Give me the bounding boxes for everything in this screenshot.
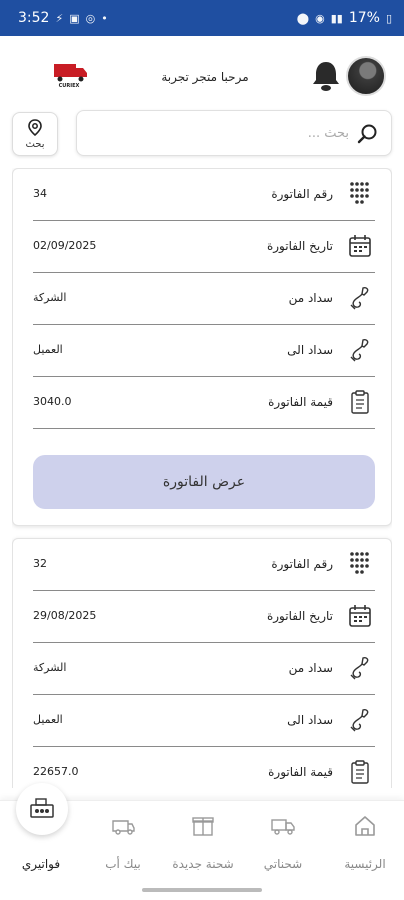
invoice-value-label: قيمة الفاتورة xyxy=(268,765,333,779)
invoice-value-value: 22657.0 xyxy=(33,765,79,778)
van-icon xyxy=(112,820,135,835)
view-invoice-button[interactable]: عرض الفاتورة xyxy=(33,455,375,509)
gallery-icon: ▣ xyxy=(69,11,80,25)
clipboard-icon xyxy=(351,390,369,414)
app-header: مرحبا متجر تجربة CURIEX xyxy=(0,50,404,106)
invoice-date-row: 29/08/2025 تاريخ الفاتورة xyxy=(33,591,375,643)
calendar-icon xyxy=(349,234,371,257)
hand-money-icon xyxy=(350,287,369,310)
bell-icon[interactable] xyxy=(310,58,342,94)
invoice-value-value: 3040.0 xyxy=(33,395,72,408)
battery-level: 17% xyxy=(348,10,380,26)
nav-my-invoices[interactable]: فواتيري xyxy=(4,783,78,881)
search-input[interactable] xyxy=(99,121,349,145)
truck-icon xyxy=(271,819,295,835)
home-indicator xyxy=(142,888,262,892)
search-icon[interactable] xyxy=(357,123,379,145)
invoice-number-value: 32 xyxy=(33,557,47,570)
invoice-number-value: 34 xyxy=(33,187,47,200)
paid-from-label: سداد من xyxy=(288,291,333,305)
nav-home-label: الرئيسية xyxy=(344,857,386,871)
nav-my-shipments[interactable]: شحناتي xyxy=(246,801,320,881)
paid-to-row: العميل سداد الى xyxy=(33,325,375,377)
paid-from-row: الشركة سداد من xyxy=(33,643,375,695)
hand-money-icon xyxy=(350,339,369,362)
logo-text: CURIEX xyxy=(59,83,80,89)
greeting-text: مرحبا متجر تجربة xyxy=(161,70,249,84)
nav-my-shipments-label: شحناتي xyxy=(263,857,303,871)
invoice-number-row: 32 رقم الفاتورة xyxy=(33,539,375,591)
invoice-number-label: رقم الفاتورة xyxy=(271,187,333,201)
hotspot-icon: ◉ xyxy=(315,11,325,25)
invoice-card: 34 رقم الفاتورة 02/09/2025 تاريخ الفاتور… xyxy=(12,168,392,526)
nav-new-shipment[interactable]: شحنة جديدة xyxy=(166,801,240,881)
invoice-date-value: 02/09/2025 xyxy=(33,239,97,252)
truck-logo: CURIEX xyxy=(52,64,87,89)
invoice-date-row: 02/09/2025 تاريخ الفاتورة xyxy=(33,221,375,273)
hand-money-icon xyxy=(350,657,369,680)
hand-money-icon xyxy=(350,709,369,732)
bottom-nav: الرئيسية شحناتي شحنة جديدة بيك أب فواتير… xyxy=(0,783,404,900)
invoice-date-value: 29/08/2025 xyxy=(33,609,97,622)
invoice-number-row: 34 رقم الفاتورة xyxy=(33,169,375,221)
paid-from-value: الشركة xyxy=(33,291,67,304)
location-icon: ⬤ xyxy=(296,11,310,25)
paid-to-value: العميل xyxy=(33,343,63,356)
invoice-list[interactable]: 34 رقم الفاتورة 02/09/2025 تاريخ الفاتور… xyxy=(12,168,392,788)
home-icon xyxy=(355,816,375,836)
battery-icon: ▯ xyxy=(385,11,392,25)
usb-icon: ⚡ xyxy=(55,11,64,25)
paid-to-label: سداد الى xyxy=(287,343,333,357)
invoice-number-label: رقم الفاتورة xyxy=(271,557,333,571)
invoice-value-label: قيمة الفاتورة xyxy=(268,395,333,409)
paid-to-value: العميل xyxy=(33,713,63,726)
cash-register-icon xyxy=(30,798,54,818)
invoice-date-label: تاريخ الفاتورة xyxy=(266,239,333,253)
invoice-value-row: 22657.0 قيمة الفاتورة xyxy=(33,747,375,788)
keypad-icon xyxy=(350,552,369,574)
status-bar: 3:52 ⚡ ▣ ◎ • ⬤ ◉ ▮▮ 17% ▯ xyxy=(0,0,404,36)
search-row: بحث xyxy=(12,110,392,158)
paid-from-value: الشركة xyxy=(33,661,67,674)
paid-from-label: سداد من xyxy=(288,661,333,675)
avatar[interactable] xyxy=(346,56,386,96)
nav-pickup[interactable]: بيك أب xyxy=(86,801,160,881)
nav-home[interactable]: الرئيسية xyxy=(328,801,402,881)
calendar-icon xyxy=(349,604,371,627)
paid-from-row: الشركة سداد من xyxy=(33,273,375,325)
nav-my-invoices-label: فواتيري xyxy=(21,857,61,871)
clipboard-icon xyxy=(351,760,369,784)
invoice-card: 32 رقم الفاتورة 29/08/2025 تاريخ الفاتور… xyxy=(12,538,392,788)
dot-icon: • xyxy=(101,11,108,25)
invoice-value-row: 3040.0 قيمة الفاتورة xyxy=(33,377,375,429)
search-filter-label: بحث xyxy=(25,138,45,150)
invoice-date-label: تاريخ الفاتورة xyxy=(266,609,333,623)
nav-new-shipment-label: شحنة جديدة xyxy=(172,857,234,871)
paid-to-row: العميل سداد الى xyxy=(33,695,375,747)
signal-icon: ▮▮ xyxy=(330,11,343,25)
paid-to-label: سداد الى xyxy=(287,713,333,727)
whatsapp-icon: ◎ xyxy=(85,11,96,25)
keypad-icon xyxy=(350,182,369,204)
map-pin-icon xyxy=(28,118,42,136)
invoices-fab[interactable] xyxy=(16,783,68,835)
status-time: 3:52 xyxy=(18,10,50,26)
box-icon xyxy=(192,817,214,836)
search-filter-button[interactable]: بحث xyxy=(12,112,58,156)
search-box xyxy=(76,110,392,156)
nav-pickup-label: بيك أب xyxy=(105,857,141,871)
